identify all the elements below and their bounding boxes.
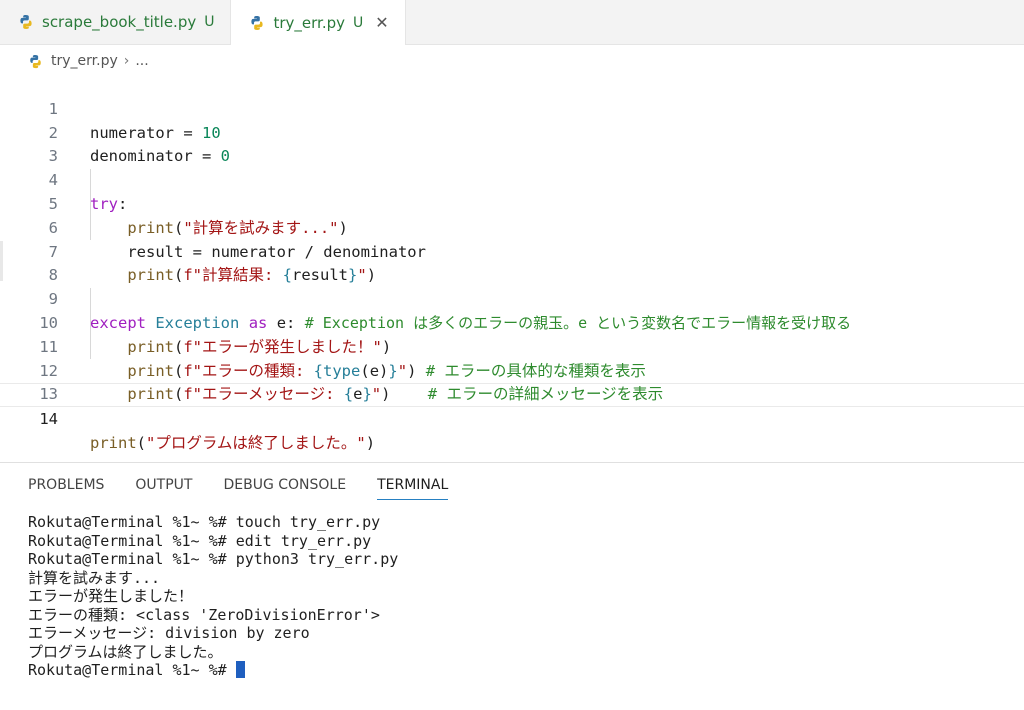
terminal-line: プログラムは終了しました。 (28, 642, 223, 661)
terminal-prompt: Rokuta@Terminal %1~ %# (28, 661, 236, 679)
current-code-line: 14 print("プログラムは終了しました。") (0, 383, 1024, 452)
python-file-icon (20, 15, 32, 29)
terminal-line: エラーが発生しました！ (28, 587, 194, 605)
breadcrumb-file[interactable]: try_err.py (51, 53, 118, 69)
tab-output[interactable]: OUTPUT (135, 477, 192, 500)
terminal-line: Rokuta@Terminal %1~ %# touch try_err.py (28, 513, 381, 531)
code-line: 8 (0, 241, 1024, 284)
tab-label: try_err.py (273, 13, 345, 32)
code-line: 3 (0, 122, 1024, 165)
terminal-cursor (235, 661, 245, 678)
terminal-prompt-line[interactable]: Rokuta@Terminal %1~ %# (28, 661, 398, 680)
code-line: 2 denominator = 0 (0, 98, 1024, 166)
tab-debug-console[interactable]: DEBUG CONSOLE (223, 477, 346, 500)
terminal-line: エラーの種類: <class 'ZeroDivisionError'> (28, 605, 380, 624)
code-line: 1 numerator = 10 (0, 74, 1024, 142)
terminal-line: Rokuta@Terminal %1~ %# python3 try_err.p… (28, 550, 399, 568)
chevron-right-icon: › (123, 53, 130, 69)
code-line: 6 result = numerator / denominator (0, 193, 1024, 261)
code-line: 11 print(f"エラーの種類: {type(e)}") # エラーの具体的… (0, 312, 1024, 380)
terminal-line: Rokuta@Terminal %1~ %# edit try_err.py (28, 531, 372, 550)
breadcrumb: try_err.py › ... (28, 50, 149, 72)
python-file-icon (30, 54, 41, 68)
tab-scrape-book-title[interactable]: scrape_book_title.py U (0, 0, 232, 44)
terminal-output[interactable]: Rokuta@Terminal %1~ %# touch try_err.py … (28, 513, 398, 680)
line-number: 14 (39, 410, 58, 429)
git-status-badge: U (204, 14, 215, 30)
code-line: 4 try: (0, 145, 1024, 213)
code-line: 9 except Exception as e: # Exception は多く… (0, 264, 1024, 332)
tab-try-err[interactable]: try_err.py U ✕ (231, 0, 406, 45)
terminal-line: 計算を試みます... (28, 568, 161, 587)
code-line: 7 print(f"計算結果: {result}") (0, 217, 1024, 285)
git-status-badge: U (353, 14, 364, 31)
tab-label: scrape_book_title.py (42, 13, 197, 31)
bottom-panel: PROBLEMS OUTPUT DEBUG CONSOLE TERMINAL R… (0, 462, 1024, 710)
code-line: 10 print(f"エラーが発生しました！") (0, 288, 1024, 356)
tab-terminal[interactable]: TERMINAL (377, 477, 449, 500)
python-file-icon (251, 15, 264, 30)
code-line: 13 (0, 360, 1024, 403)
panel-tab-bar: PROBLEMS OUTPUT DEBUG CONSOLE TERMINAL (28, 477, 479, 500)
close-icon[interactable]: ✕ (375, 13, 388, 32)
code-line: 5 print("計算を試みます...") (0, 169, 1024, 237)
breadcrumb-symbols[interactable]: ... (135, 53, 148, 69)
editor-tab-bar: scrape_book_title.py U try_err.py U ✕ (0, 0, 1024, 45)
code-editor[interactable]: 1 numerator = 10 2 denominator = 0 3 4 t… (0, 74, 1024, 460)
code-line: 12 print(f"エラーメッセージ: {e}") # エラーの詳細メッセージ… (0, 336, 1024, 404)
tab-problems[interactable]: PROBLEMS (28, 477, 104, 500)
terminal-line: エラーメッセージ: division by zero (28, 624, 310, 642)
